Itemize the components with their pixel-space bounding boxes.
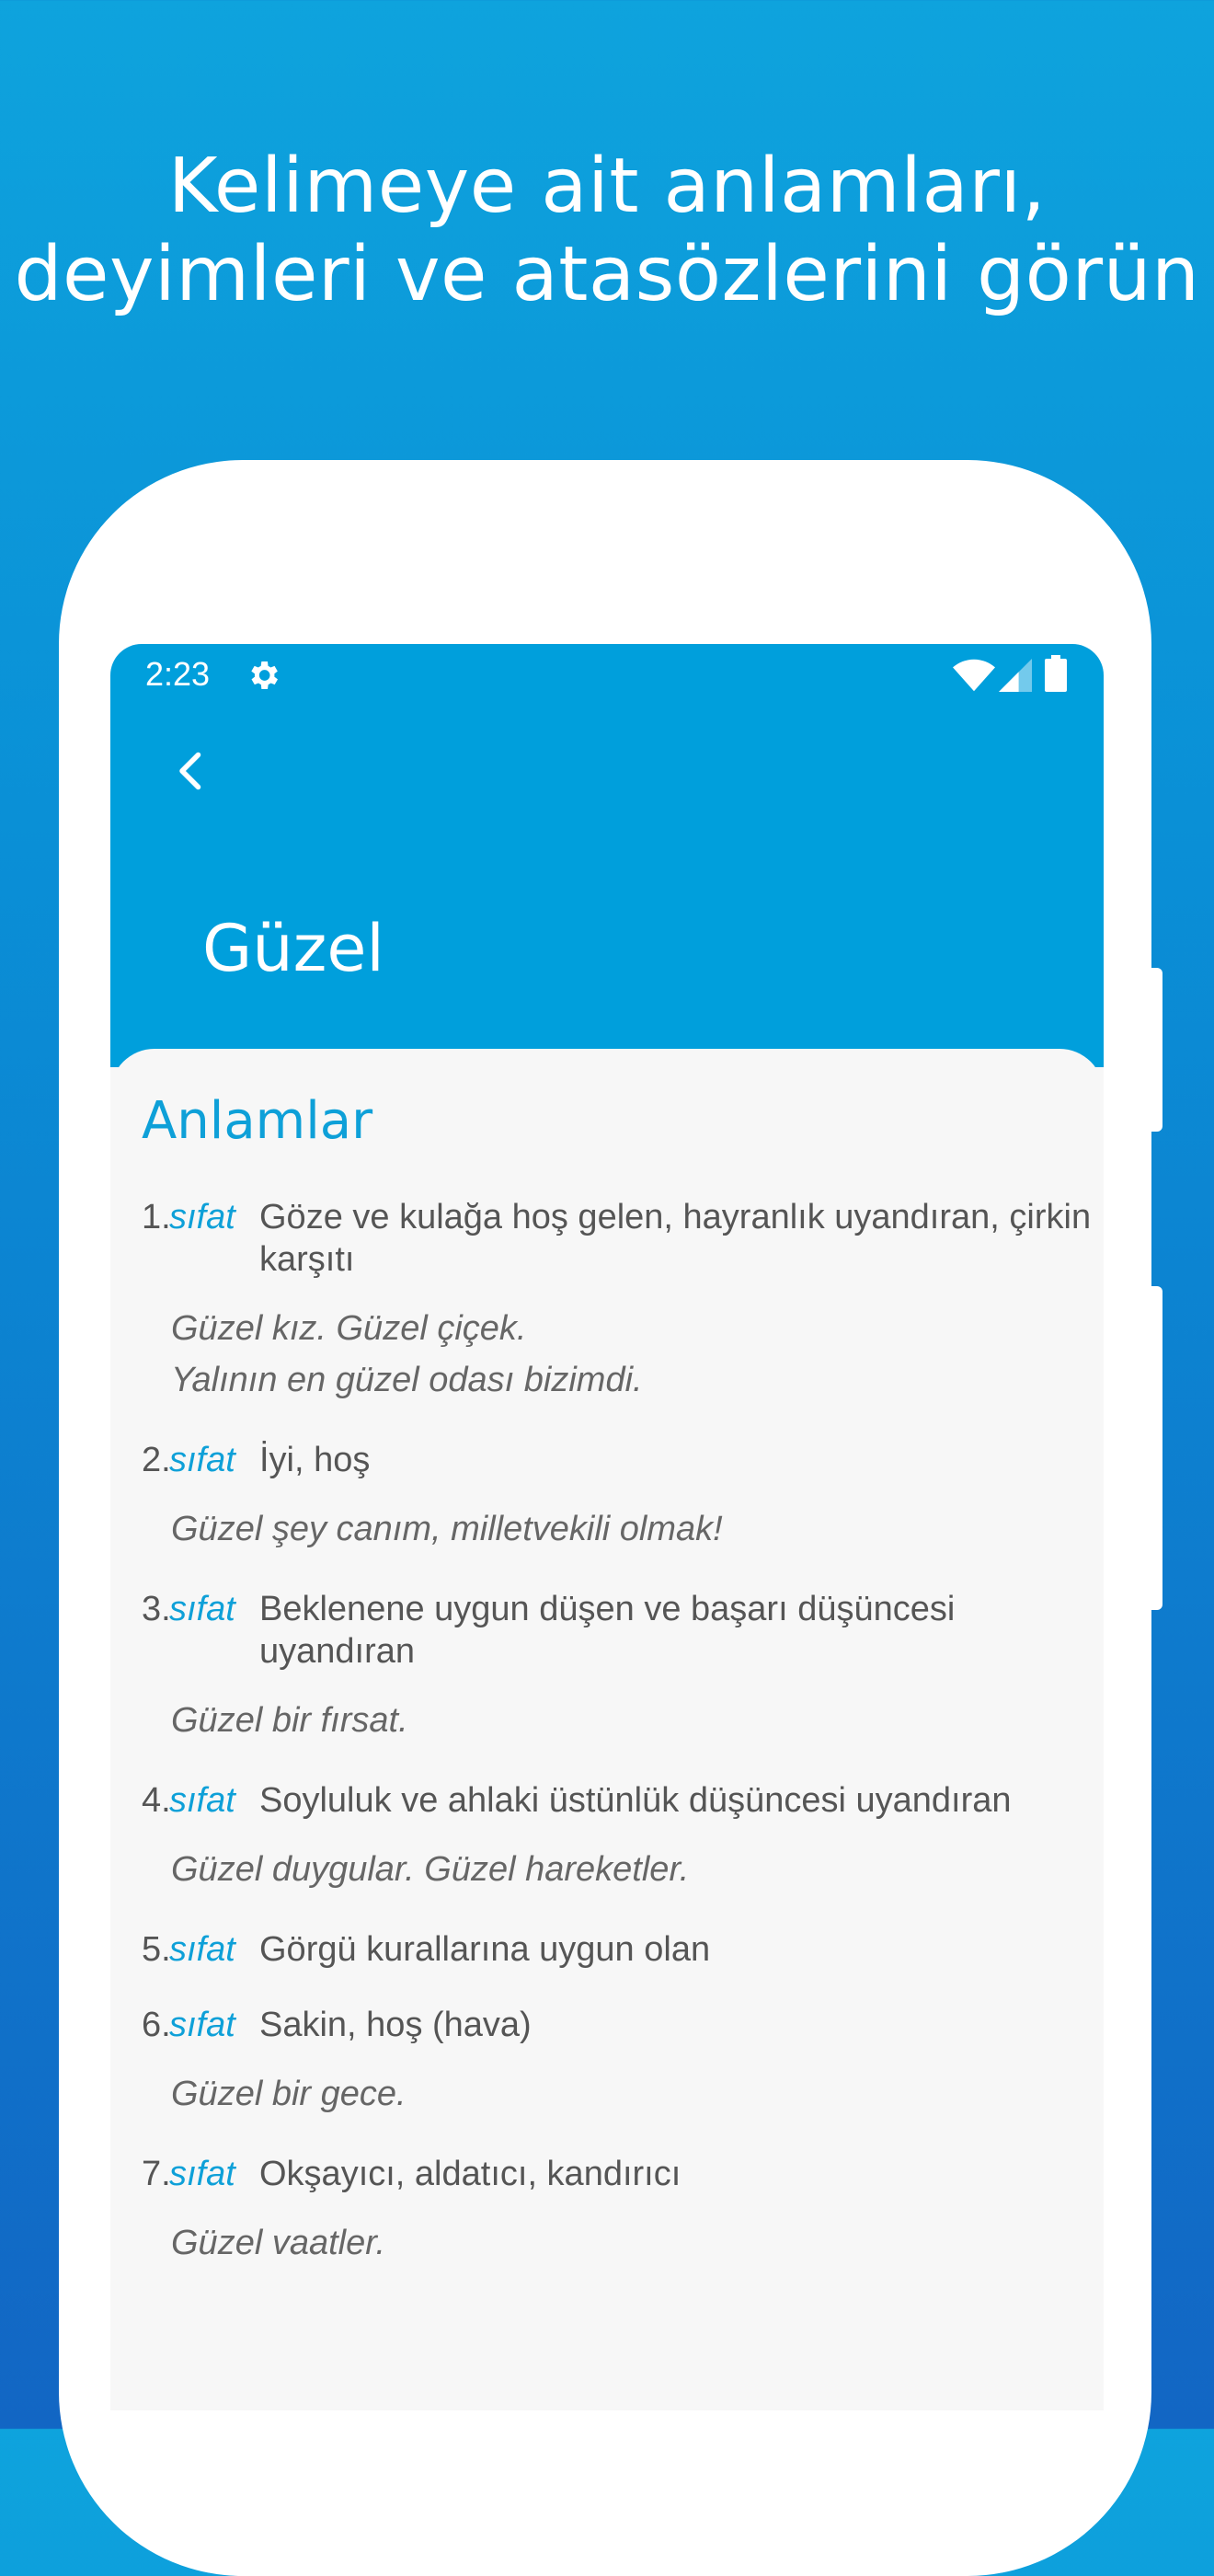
meaning-number: 7. — [142, 2155, 171, 2193]
chevron-left-icon[interactable] — [164, 743, 219, 799]
section-title: Anlamlar — [142, 1091, 373, 1151]
example-sentence: Güzel şey canım, milletvekili olmak! — [171, 1510, 723, 1548]
headline-line-1: Kelimeye ait anlamları, — [167, 143, 1047, 230]
example-block: Güzel kız. Güzel çiçek. Yalının en güzel … — [142, 1303, 1098, 1406]
meaning-row: 7. sıfat Okşayıcı, aldatıcı, kandırıcı — [142, 2153, 1098, 2195]
meaning-spacer — [142, 2269, 1098, 2302]
part-of-speech: sıfat — [169, 2006, 235, 2044]
status-time: 2:23 — [145, 655, 211, 693]
meaning-item: 3. sıfat Beklenene uygun düşen ve başarı d… — [142, 1588, 1098, 1779]
meaning-number: 3. — [142, 1590, 171, 1628]
example-block: Güzel bir fırsat. — [142, 1695, 1098, 1746]
meaning-definition: İyi, hoş — [259, 1441, 371, 1479]
app-bar: 2:23 Güzel — [110, 644, 1104, 1067]
meaning-spacer — [142, 1746, 1098, 1779]
meaning-definition: Beklenene uygun düşen ve başarı düşünces… — [259, 1590, 956, 1671]
meaning-item: 6. sıfat Sakin, hoş (hava) Güzel bir gece. — [142, 2004, 1098, 2153]
meaning-spacer — [142, 1895, 1098, 1928]
part-of-speech: sıfat — [169, 1441, 235, 1479]
meaning-number: 2. — [142, 1441, 171, 1479]
meaning-number: 1. — [142, 1198, 171, 1236]
example-block: Güzel duygular. Güzel hareketler. — [142, 1844, 1098, 1895]
meaning-row: 4. sıfat Soyluluk ve ahlaki üstünlük düşün… — [142, 1779, 1098, 1822]
example-block: Güzel vaatler. — [142, 2217, 1098, 2269]
meaning-definition: Göze ve kulağa hoş gelen, hayranlık uyan… — [259, 1198, 1092, 1279]
meaning-spacer — [142, 1555, 1098, 1588]
wifi-icon — [953, 659, 995, 692]
example-block: Güzel şey canım, milletvekili olmak! — [142, 1503, 1098, 1555]
status-bar: 2:23 — [110, 644, 1104, 707]
meaning-row: 1. sıfat Göze ve kulağa hoş gelen, hayranl… — [142, 1196, 1098, 1281]
device-side-button-2 — [1151, 1286, 1162, 1610]
meaning-item: 7. sıfat Okşayıcı, aldatıcı, kandırıcı Güze… — [142, 2153, 1098, 2302]
meaning-item: 5. sıfat Görgü kurallarına uygun olan — [142, 1928, 1098, 2004]
meaning-item: 4. sıfat Soyluluk ve ahlaki üstünlük düşün… — [142, 1779, 1098, 1928]
part-of-speech: sıfat — [169, 1781, 235, 1820]
example-sentence: Güzel bir gece. — [171, 2075, 407, 2113]
headline-line-2: deyimleri ve atasözlerini görün — [14, 231, 1200, 318]
meanings-list: 1. sıfat Göze ve kulağa hoş gelen, hayranl… — [142, 1196, 1098, 2302]
meaning-row: 6. sıfat Sakin, hoş (hava) — [142, 2004, 1098, 2046]
meanings-sheet: Anlamlar 1. sıfat Göze ve kulağa hoş gelen… — [110, 1049, 1104, 2410]
device-side-button-1 — [1151, 968, 1162, 1132]
meaning-definition: Okşayıcı, aldatıcı, kandırıcı — [259, 2155, 681, 2193]
example-sentence: Güzel bir fırsat. — [171, 1701, 408, 1740]
part-of-speech: sıfat — [169, 1930, 235, 1969]
bottom-navigation — [110, 2410, 1104, 2429]
meaning-row: 5. sıfat Görgü kurallarına uygun olan — [142, 1928, 1098, 1971]
cell-signal-icon — [999, 659, 1032, 692]
battery-icon — [1045, 655, 1067, 692]
example-sentence: Güzel kız. Güzel çiçek. — [171, 1309, 527, 1348]
part-of-speech: sıfat — [169, 1198, 235, 1236]
meaning-item: 1. sıfat Göze ve kulağa hoş gelen, hayranl… — [142, 1196, 1098, 1439]
settings-gear-icon — [251, 661, 278, 689]
meaning-number: 6. — [142, 2006, 171, 2044]
example-block: Güzel bir gece. — [142, 2068, 1098, 2120]
meaning-spacer — [142, 1971, 1098, 2004]
meaning-number: 4. — [142, 1781, 171, 1820]
part-of-speech: sıfat — [169, 1590, 235, 1628]
meaning-definition: Sakin, hoş (hava) — [259, 2006, 532, 2044]
part-of-speech: sıfat — [169, 2155, 235, 2193]
meaning-definition: Görgü kurallarına uygun olan — [259, 1930, 711, 1969]
meaning-row: 3. sıfat Beklenene uygun düşen ve başarı d… — [142, 1588, 1098, 1673]
meaning-spacer — [142, 2120, 1098, 2153]
app-screen: 2:23 Güzel Anlamlar 1. sıfat Göze ve kulağ… — [110, 644, 1104, 2429]
promo-headline: Kelimeye ait anlamları, deyimleri ve ata… — [0, 143, 1214, 319]
word-title: Güzel — [202, 911, 384, 986]
example-sentence: Güzel vaatler. — [171, 2224, 386, 2262]
meaning-number: 5. — [142, 1930, 171, 1969]
meaning-definition: Soyluluk ve ahlaki üstünlük düşüncesi uy… — [259, 1781, 1012, 1820]
meaning-spacer — [142, 1406, 1098, 1439]
meaning-item: 2. sıfat İyi, hoş Güzel şey canım, milletve… — [142, 1439, 1098, 1588]
example-sentence: Güzel duygular. Güzel hareketler. — [171, 1850, 690, 1889]
example-sentence: Yalının en güzel odası bizimdi. — [171, 1361, 643, 1399]
meaning-row: 2. sıfat İyi, hoş — [142, 1439, 1098, 1481]
